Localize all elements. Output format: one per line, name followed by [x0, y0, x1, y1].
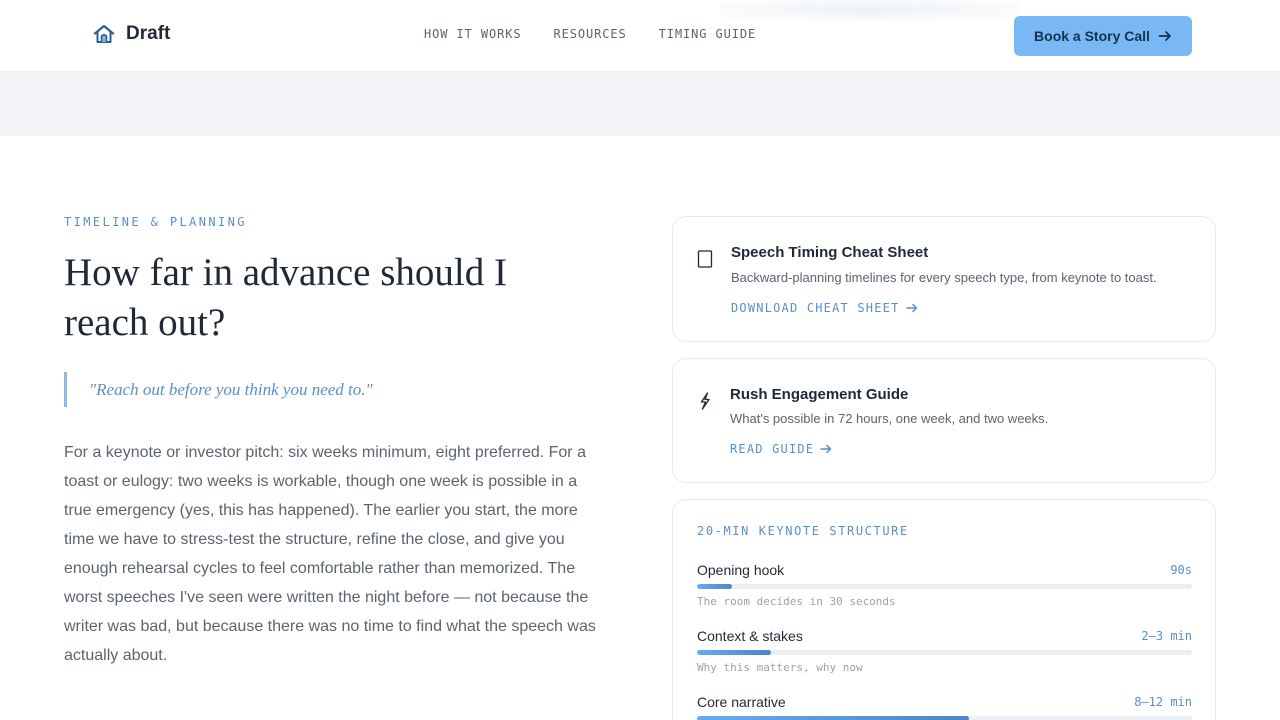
faq-question: How far in advance should I reach out? [64, 251, 507, 344]
segment-label: Core narrative [697, 694, 786, 710]
keynote-structure-card: 20-MIN KEYNOTE STRUCTURE Opening hook 90… [672, 499, 1216, 720]
arrow-right-icon [1158, 31, 1171, 41]
segment-progress-fill [697, 584, 732, 589]
segment-label: Opening hook [697, 562, 785, 578]
segment-progress-fill [697, 650, 772, 655]
home-icon [93, 24, 115, 43]
arrow-right-icon [905, 303, 917, 313]
nav-link-how-it-works[interactable]: HOW IT WORKS [424, 27, 522, 41]
resource-card-rush-guide: Rush Engagement Guide What's possible in… [672, 358, 1216, 483]
pull-quote: "Reach out before you think you need to.… [64, 372, 373, 407]
segment-progress-track [697, 584, 1192, 589]
read-guide-link[interactable]: READ GUIDE [730, 442, 832, 456]
segment-note: Why this matters, why now [697, 661, 863, 674]
resource-description: What's possible in 72 hours, one week, a… [730, 411, 1049, 426]
link-label: READ GUIDE [730, 442, 815, 456]
segment-label: Context & stakes [697, 628, 803, 644]
faq-answer: For a keynote or investor pitch: six wee… [64, 444, 596, 664]
segment-progress-fill [697, 716, 970, 720]
arrow-right-icon [820, 444, 832, 454]
resource-card-cheat-sheet: Speech Timing Cheat Sheet Backward-plann… [672, 216, 1216, 342]
resource-title: Rush Engagement Guide [730, 386, 909, 403]
document-icon [697, 250, 713, 268]
section-eyebrow: TIMELINE & PLANNING [64, 215, 247, 229]
header-decoration [720, 0, 1020, 20]
segment-duration: 8–12 min [1134, 695, 1192, 709]
download-cheat-sheet-link[interactable]: DOWNLOAD CHEAT SHEET [731, 301, 918, 315]
book-story-call-label: Book a Story Call [1034, 28, 1150, 44]
structure-title: 20-MIN KEYNOTE STRUCTURE [697, 524, 909, 538]
nav-link-resources[interactable]: RESOURCES [554, 27, 627, 41]
segment-duration: 90s [1170, 563, 1192, 577]
segment-duration: 2–3 min [1141, 629, 1192, 643]
hero-band [0, 72, 1280, 136]
segment-note: The room decides in 30 seconds [697, 595, 896, 608]
nav-link-timing-guide[interactable]: TIMING GUIDE [659, 27, 757, 41]
link-label: DOWNLOAD CHEAT SHEET [731, 301, 900, 315]
site-header: Draft HOW IT WORKS RESOURCES TIMING GUID… [0, 0, 1280, 72]
main-nav: HOW IT WORKS RESOURCES TIMING GUIDE [424, 27, 756, 41]
resource-title: Speech Timing Cheat Sheet [731, 244, 929, 261]
book-story-call-button[interactable]: Book a Story Call [1014, 16, 1192, 56]
segment-progress-track [697, 716, 1192, 720]
resource-description: Backward-planning timelines for every sp… [731, 270, 1157, 285]
lightning-icon [700, 392, 710, 410]
brand-logo-link[interactable]: Draft [92, 22, 170, 46]
brand-name: Draft [126, 23, 171, 44]
segment-progress-track [697, 650, 1192, 655]
